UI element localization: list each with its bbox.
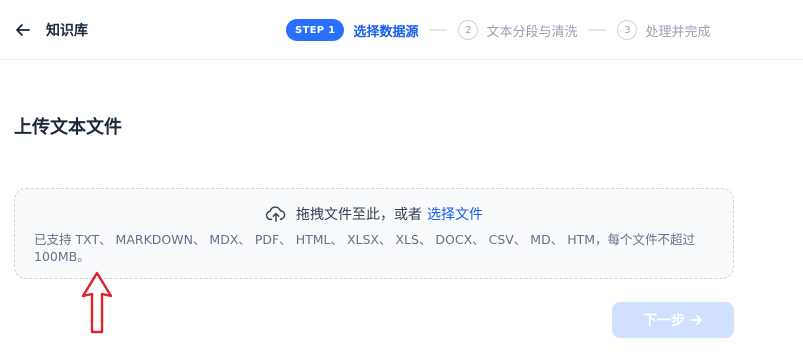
step-divider [429,29,448,31]
step-2-number: 2 [458,20,479,40]
red-arrow-up-icon [81,271,113,334]
step-1-label: 选择数据源 [353,24,419,40]
cloud-upload-icon [265,206,286,222]
step-2-label: 文本分段与清洗 [486,24,578,40]
arrow-left-icon[interactable] [14,21,32,39]
step-1-badge: STEP 1 [286,19,345,41]
header-title: 知识库 [46,23,88,39]
file-dropzone[interactable]: 拖拽文件至此，或者 选择文件 已支持 TXT、 MARKDOWN、 MDX、 P… [14,188,734,279]
step-3-label: 处理并完成 [645,24,711,40]
next-step-label: 下一步 [643,313,685,329]
select-file-link[interactable]: 选择文件 [427,204,483,224]
supported-formats-hint: 已支持 TXT、 MARKDOWN、 MDX、 PDF、 HTML、 XLSX、… [34,232,696,264]
next-step-button[interactable]: 下一步 [612,302,734,338]
step-3-number: 3 [617,20,638,40]
dropzone-prompt: 拖拽文件至此，或者 选择文件 [15,204,733,224]
stepper: STEP 1 选择数据源 2 文本分段与清洗 3 处理并完成 [286,18,710,42]
dropzone-text: 拖拽文件至此，或者 [296,207,422,223]
arrow-right-icon [690,315,702,325]
top-bar: 知识库 STEP 1 选择数据源 2 文本分段与清洗 3 处理并完成 [0,0,803,60]
step-divider [588,29,607,31]
page-title: 上传文本文件 [14,117,122,138]
